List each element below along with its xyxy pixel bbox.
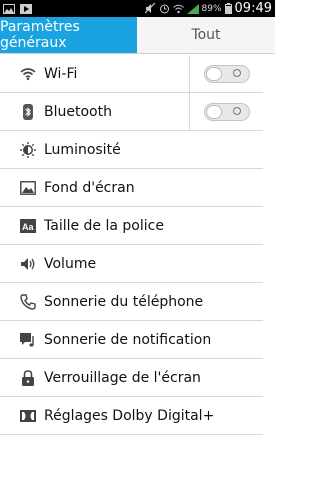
wifi-toggle-area <box>189 55 263 92</box>
status-bar: 89% 09:49 <box>0 0 275 17</box>
notification-sound-icon <box>20 332 36 348</box>
volume-icon <box>20 256 36 272</box>
bluetooth-icon <box>20 103 36 120</box>
list-item-notification-sound[interactable]: Sonnerie de notification <box>0 321 263 359</box>
alarm-icon <box>159 0 170 18</box>
signal-icon <box>186 0 199 18</box>
settings-list: Wi-Fi Bluetooth Luminosité Fond d'écran … <box>0 55 263 435</box>
bluetooth-toggle[interactable] <box>203 102 250 121</box>
mute-icon <box>144 0 156 18</box>
battery-icon <box>224 0 232 18</box>
tab-general-settings[interactable]: Paramètres généraux <box>0 17 137 53</box>
tab-bar: Paramètres généraux Tout <box>0 17 275 54</box>
list-item-ringtone[interactable]: Sonnerie du téléphone <box>0 283 263 321</box>
wallpaper-icon <box>20 180 36 196</box>
list-item-label: Volume <box>44 255 97 272</box>
font-size-icon: Aa <box>20 218 36 234</box>
list-item-dolby[interactable]: Réglages Dolby Digital+ <box>0 397 263 435</box>
list-item-label: Sonnerie de notification <box>44 331 212 348</box>
list-item-label: Réglages Dolby Digital+ <box>44 407 215 424</box>
list-item-volume[interactable]: Volume <box>0 245 263 283</box>
list-item-wifi[interactable]: Wi-Fi <box>0 55 263 93</box>
ringtone-icon <box>20 293 36 310</box>
list-item-label: Bluetooth <box>44 103 112 120</box>
list-item-label: Sonnerie du téléphone <box>44 293 204 310</box>
brightness-icon <box>20 141 36 158</box>
list-item-label: Taille de la police <box>44 217 164 234</box>
bluetooth-toggle-area <box>189 93 263 130</box>
svg-text:Aa: Aa <box>22 222 34 232</box>
wifi-status-icon <box>172 0 184 18</box>
wifi-icon <box>20 66 36 82</box>
battery-percent: 89% <box>201 3 222 14</box>
gallery-icon <box>3 0 15 18</box>
media-icon <box>20 0 32 18</box>
wifi-toggle[interactable] <box>203 64 250 83</box>
list-item-brightness[interactable]: Luminosité <box>0 131 263 169</box>
list-item-font-size[interactable]: Aa Taille de la police <box>0 207 263 245</box>
list-item-screen-lock[interactable]: Verrouillage de l'écran <box>0 359 263 397</box>
lock-icon <box>20 369 36 386</box>
clock: 09:49 <box>234 1 272 16</box>
dolby-icon <box>20 408 36 424</box>
list-item-bluetooth[interactable]: Bluetooth <box>0 93 263 131</box>
tab-all[interactable]: Tout <box>137 17 275 53</box>
list-item-label: Fond d'écran <box>44 179 135 196</box>
list-item-label: Luminosité <box>44 141 121 158</box>
list-item-wallpaper[interactable]: Fond d'écran <box>0 169 263 207</box>
list-item-label: Wi-Fi <box>44 65 78 82</box>
list-item-label: Verrouillage de l'écran <box>44 369 201 386</box>
